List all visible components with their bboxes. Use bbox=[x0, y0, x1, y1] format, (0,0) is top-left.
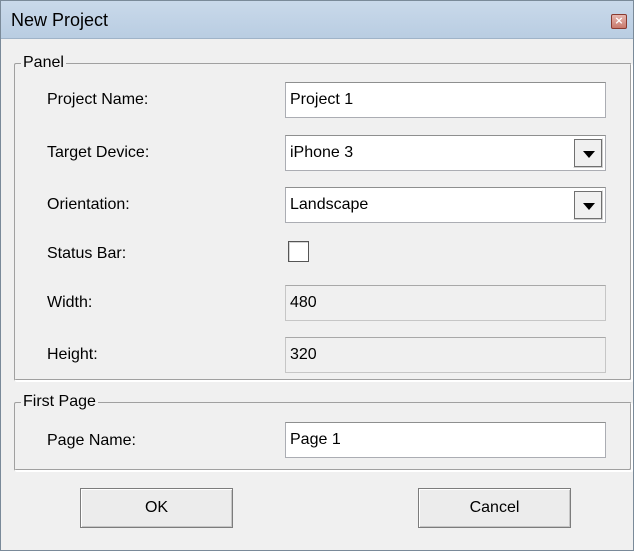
width-label: Width: bbox=[47, 294, 93, 311]
new-project-dialog: New Project × Panel Project Name: Projec… bbox=[0, 0, 634, 551]
close-button[interactable]: × bbox=[611, 14, 627, 29]
project-name-input[interactable]: Project 1 bbox=[285, 82, 606, 118]
ok-button[interactable]: OK bbox=[80, 488, 233, 528]
page-name-label: Page Name: bbox=[47, 432, 136, 449]
status-bar-label: Status Bar: bbox=[47, 245, 127, 262]
project-name-label: Project Name: bbox=[47, 91, 149, 108]
target-device-label: Target Device: bbox=[47, 144, 150, 161]
orientation-label: Orientation: bbox=[47, 196, 130, 213]
height-label: Height: bbox=[47, 346, 98, 363]
cancel-button[interactable]: Cancel bbox=[418, 488, 571, 528]
page-name-input[interactable]: Page 1 bbox=[285, 422, 606, 458]
chevron-down-icon[interactable] bbox=[573, 138, 603, 168]
close-icon: × bbox=[614, 14, 624, 27]
target-device-select[interactable]: iPhone 3 bbox=[285, 135, 606, 171]
dialog-title: New Project bbox=[11, 10, 109, 30]
orientation-select[interactable]: Landscape bbox=[285, 187, 606, 223]
width-input: 480 bbox=[285, 285, 606, 321]
height-input: 320 bbox=[285, 337, 606, 373]
target-device-value: iPhone 3 bbox=[290, 144, 354, 161]
title-bar[interactable]: New Project × bbox=[1, 1, 633, 39]
first-page-legend: First Page bbox=[21, 392, 98, 412]
status-bar-checkbox[interactable] bbox=[288, 241, 309, 262]
orientation-value: Landscape bbox=[290, 196, 369, 213]
panel-legend: Panel bbox=[21, 53, 66, 73]
chevron-down-icon[interactable] bbox=[573, 190, 603, 220]
